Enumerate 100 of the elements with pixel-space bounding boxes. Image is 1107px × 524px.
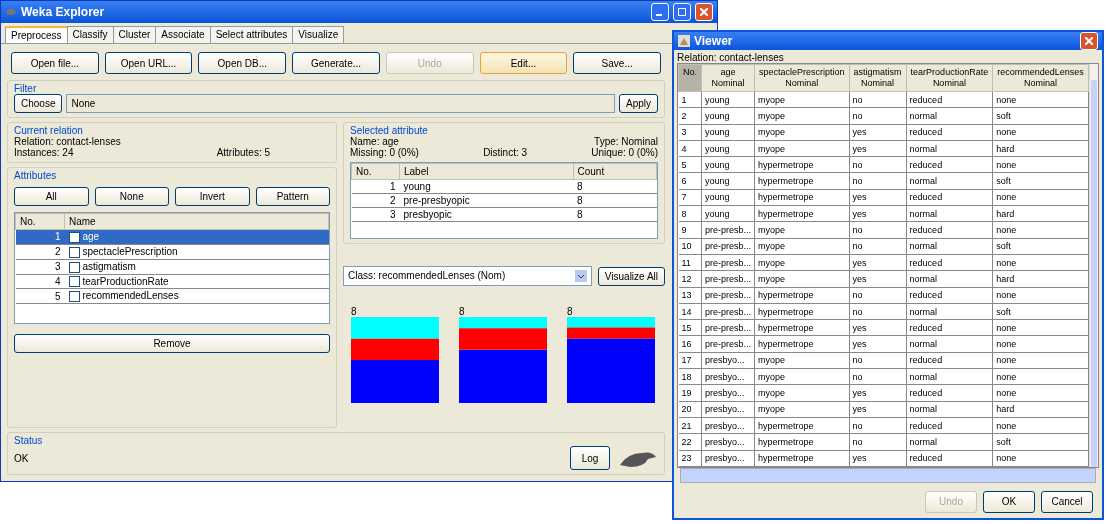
table-cell: myope — [754, 107, 850, 125]
table-cell: 3 — [15, 259, 65, 275]
table-cell: presbyopic — [399, 207, 573, 222]
table-cell: yes — [849, 319, 907, 336]
toolbar-button[interactable]: Open file... — [11, 52, 99, 74]
visualize-all-button[interactable]: Visualize All — [597, 266, 665, 286]
column-header[interactable]: No. — [678, 64, 702, 92]
table-cell: reduced — [906, 287, 993, 304]
table-cell: young — [701, 107, 755, 125]
column-header[interactable]: Count — [573, 163, 657, 180]
table-cell: yes — [849, 335, 907, 353]
close-button[interactable] — [695, 3, 713, 21]
tab[interactable]: Cluster — [112, 26, 157, 43]
apply-button[interactable]: Apply — [619, 94, 658, 113]
table-cell: no — [849, 91, 907, 108]
table-cell: no — [849, 238, 907, 255]
table-cell: hard — [992, 270, 1089, 288]
table-cell: 19 — [678, 384, 702, 402]
table-cell: no — [849, 352, 907, 369]
table-cell: normal — [906, 368, 993, 385]
column-header[interactable]: tearProductionRate Nominal — [906, 64, 993, 92]
tab[interactable]: Classify — [66, 26, 114, 43]
choose-button[interactable]: Choose — [14, 94, 63, 113]
tab[interactable]: Visualize — [292, 26, 345, 43]
maximize-button[interactable] — [673, 3, 691, 21]
toolbar-button[interactable]: Open URL... — [104, 52, 193, 74]
table-cell: normal — [906, 205, 993, 222]
filter-field[interactable]: None — [66, 94, 615, 113]
column-header[interactable]: astigmatism Nominal — [849, 64, 907, 92]
table-cell: yes — [849, 124, 907, 141]
table-cell: reduced — [906, 254, 993, 271]
checkbox[interactable] — [68, 261, 80, 273]
toolbar-button[interactable]: Generate... — [292, 52, 380, 74]
table-cell: hypermetrope — [754, 417, 850, 434]
tab[interactable]: Preprocess — [5, 26, 68, 43]
table-cell: yes — [849, 254, 907, 271]
column-header[interactable]: Label — [399, 163, 573, 180]
select-button[interactable]: Invert — [175, 187, 250, 206]
table-cell: soft — [992, 303, 1089, 320]
select-button[interactable]: Pattern — [255, 187, 330, 206]
tab[interactable]: Associate — [155, 26, 211, 43]
table-cell: none — [992, 254, 1089, 271]
attribute-row[interactable]: 2 spectaclePrescription — [15, 244, 329, 260]
table-cell: normal — [906, 173, 993, 190]
table-cell: 8 — [573, 207, 657, 222]
select-button[interactable]: None — [94, 187, 169, 206]
table-cell: hypermetrope — [754, 303, 850, 320]
checkbox[interactable] — [68, 291, 80, 303]
column-header[interactable]: recommendedLenses Nominal — [992, 64, 1089, 92]
select-button[interactable]: All — [14, 187, 89, 206]
minimize-button[interactable] — [651, 3, 669, 21]
table-cell: pre-presb... — [701, 254, 755, 271]
section-title: Selected attribute — [350, 125, 428, 136]
dialog-button[interactable]: Cancel — [1041, 490, 1093, 513]
table-cell: reduced — [906, 189, 993, 206]
table-cell: pre-presb... — [701, 238, 755, 255]
table-cell: hypermetrope — [754, 156, 850, 173]
table-cell: none — [992, 384, 1089, 402]
table-cell: myope — [754, 401, 850, 418]
checkbox[interactable] — [68, 276, 80, 288]
table-cell: pre-presb... — [701, 303, 755, 320]
table-cell: 10 — [678, 238, 702, 255]
table-cell: normal — [906, 238, 993, 255]
table-cell: none — [992, 450, 1089, 467]
table-cell: young — [701, 189, 755, 206]
checkbox[interactable] — [68, 246, 80, 258]
table-cell: hypermetrope — [754, 287, 850, 304]
table-cell: 16 — [678, 335, 702, 353]
table-cell: yes — [849, 189, 907, 206]
table-cell: myope — [754, 91, 850, 108]
column-header[interactable]: age Nominal — [701, 64, 755, 92]
table-cell: yes — [849, 270, 907, 288]
table-cell: reduced — [906, 352, 993, 369]
remove-button[interactable]: Remove — [14, 334, 330, 353]
column-header[interactable]: spectaclePrescription Nominal — [754, 64, 850, 92]
toolbar-button[interactable]: Edit... — [479, 52, 568, 74]
bar-label: 8 — [567, 306, 573, 317]
column-header[interactable]: No. — [351, 163, 400, 180]
table-cell: hypermetrope — [754, 189, 850, 206]
toolbar-button[interactable]: Open DB... — [198, 52, 287, 74]
column-header[interactable]: Name — [64, 213, 329, 230]
table-cell: no — [849, 156, 907, 173]
checkbox[interactable] — [68, 231, 80, 243]
tab[interactable]: Select attributes — [209, 26, 294, 43]
class-dropdown[interactable]: Class: recommendedLenses (Nom) — [343, 266, 592, 286]
log-button[interactable]: Log — [570, 446, 610, 470]
column-header[interactable]: No. — [15, 213, 65, 230]
attribute-row[interactable]: 5 recommendedLenses — [15, 288, 329, 304]
attribute-row[interactable]: 4 tearProductionRate — [15, 274, 329, 289]
table-cell: presbyo... — [701, 352, 755, 369]
attribute-row[interactable]: 3 astigmatism — [15, 259, 329, 275]
bar-label: 8 — [351, 306, 357, 317]
table-cell: 23 — [678, 450, 702, 467]
table-cell: normal — [906, 401, 993, 418]
table-cell: astigmatism — [82, 260, 136, 272]
scrollbar[interactable] — [1088, 64, 1098, 467]
close-button[interactable] — [1080, 32, 1098, 50]
window-title: Weka Explorer — [21, 5, 106, 19]
dialog-button[interactable]: OK — [983, 490, 1035, 513]
toolbar-button[interactable]: Save... — [573, 52, 662, 74]
